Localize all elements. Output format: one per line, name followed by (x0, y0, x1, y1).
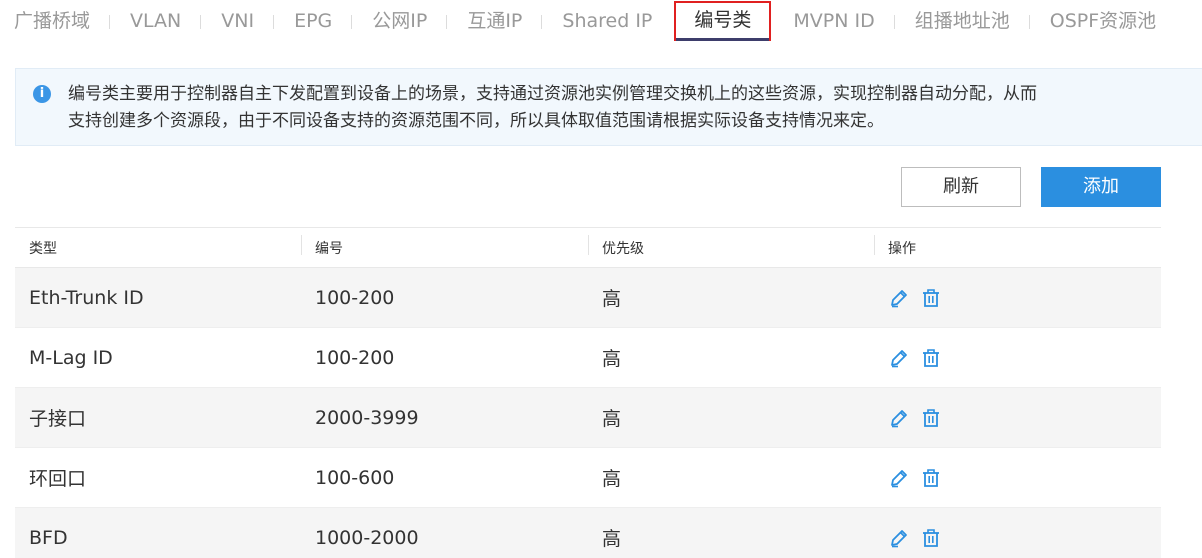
cell-number: 1000-2000 (315, 526, 419, 549)
cell-priority: 高 (602, 468, 622, 490)
tab-broadcast-bridge-domain[interactable]: 广播桥域 (0, 2, 111, 40)
cell-number: 100-200 (315, 346, 395, 369)
cell-actions (874, 287, 1161, 309)
tab-numbering-label: 编号类 (694, 9, 752, 31)
add-button[interactable]: 添加 (1041, 167, 1161, 207)
edit-icon[interactable] (888, 467, 910, 489)
cell-type: 子接口 (29, 408, 87, 430)
info-icon: i (33, 85, 51, 103)
tab-mvpn-id[interactable]: MVPN ID (773, 2, 896, 40)
cell-number: 100-600 (315, 466, 395, 489)
cell-actions (874, 347, 1161, 369)
refresh-button[interactable]: 刷新 (901, 167, 1021, 207)
table-row: 子接口 2000-3999 高 (15, 388, 1161, 448)
cell-actions (874, 467, 1161, 489)
header-type: 类型 (29, 240, 57, 257)
cell-actions (874, 527, 1161, 549)
trash-icon[interactable] (920, 527, 942, 549)
cell-type: Eth-Trunk ID (29, 286, 144, 309)
cell-number: 100-200 (315, 286, 395, 309)
edit-icon[interactable] (888, 527, 910, 549)
resource-pool-page: 广播桥域 VLAN VNI EPG 公网IP 互通IP Shared IP 编号… (0, 0, 1202, 558)
info-text: 编号类主要用于控制器自主下发配置到设备上的场景，支持通过资源池实例管理交换机上的… (68, 81, 1202, 135)
table-row: M-Lag ID 100-200 高 (15, 328, 1161, 388)
tab-interconnect-ip[interactable]: 互通IP (447, 2, 543, 40)
info-line-2: 支持创建多个资源段，由于不同设备支持的资源范围不同，所以具体取值范围请根据实际设… (68, 111, 884, 131)
cell-priority: 高 (602, 528, 622, 550)
header-number: 编号 (301, 234, 588, 258)
header-actions: 操作 (874, 234, 1161, 258)
numbering-table: 类型 编号 优先级 操作 Eth-Trunk ID 100-200 高 M-La… (15, 227, 1161, 558)
table-row: BFD 1000-2000 高 (15, 508, 1161, 558)
table-row: Eth-Trunk ID 100-200 高 (15, 268, 1161, 328)
header-priority: 优先级 (588, 234, 874, 258)
tab-epg[interactable]: EPG (274, 2, 353, 40)
tab-shared-ip[interactable]: Shared IP (542, 2, 672, 40)
tab-public-ip[interactable]: 公网IP (352, 2, 448, 40)
tab-numbering[interactable]: 编号类 (674, 1, 772, 41)
edit-icon[interactable] (888, 287, 910, 309)
info-line-1: 编号类主要用于控制器自主下发配置到设备上的场景，支持通过资源池实例管理交换机上的… (68, 84, 1037, 104)
cell-actions (874, 407, 1161, 429)
cell-priority: 高 (602, 288, 622, 310)
cell-type: BFD (29, 526, 68, 549)
tab-bar: 广播桥域 VLAN VNI EPG 公网IP 互通IP Shared IP 编号… (0, 0, 1202, 42)
active-tab-underline (676, 38, 770, 41)
trash-icon[interactable] (920, 407, 942, 429)
tab-ospf-resource-pool[interactable]: OSPF资源池 (1030, 2, 1176, 40)
edit-icon[interactable] (888, 347, 910, 369)
cell-type: 环回口 (29, 468, 87, 490)
info-banner: i 编号类主要用于控制器自主下发配置到设备上的场景，支持通过资源池实例管理交换机… (15, 68, 1202, 146)
trash-icon[interactable] (920, 467, 942, 489)
cell-number: 2000-3999 (315, 406, 419, 429)
tab-vlan[interactable]: VLAN (110, 2, 202, 40)
table-row: 环回口 100-600 高 (15, 448, 1161, 508)
cell-priority: 高 (602, 408, 622, 430)
cell-type: M-Lag ID (29, 346, 113, 369)
edit-icon[interactable] (888, 407, 910, 429)
trash-icon[interactable] (920, 287, 942, 309)
tab-multicast-address-pool[interactable]: 组播地址池 (895, 2, 1030, 40)
table-header: 类型 编号 优先级 操作 (15, 227, 1161, 268)
cell-priority: 高 (602, 348, 622, 370)
tab-vni[interactable]: VNI (201, 2, 274, 40)
trash-icon[interactable] (920, 347, 942, 369)
